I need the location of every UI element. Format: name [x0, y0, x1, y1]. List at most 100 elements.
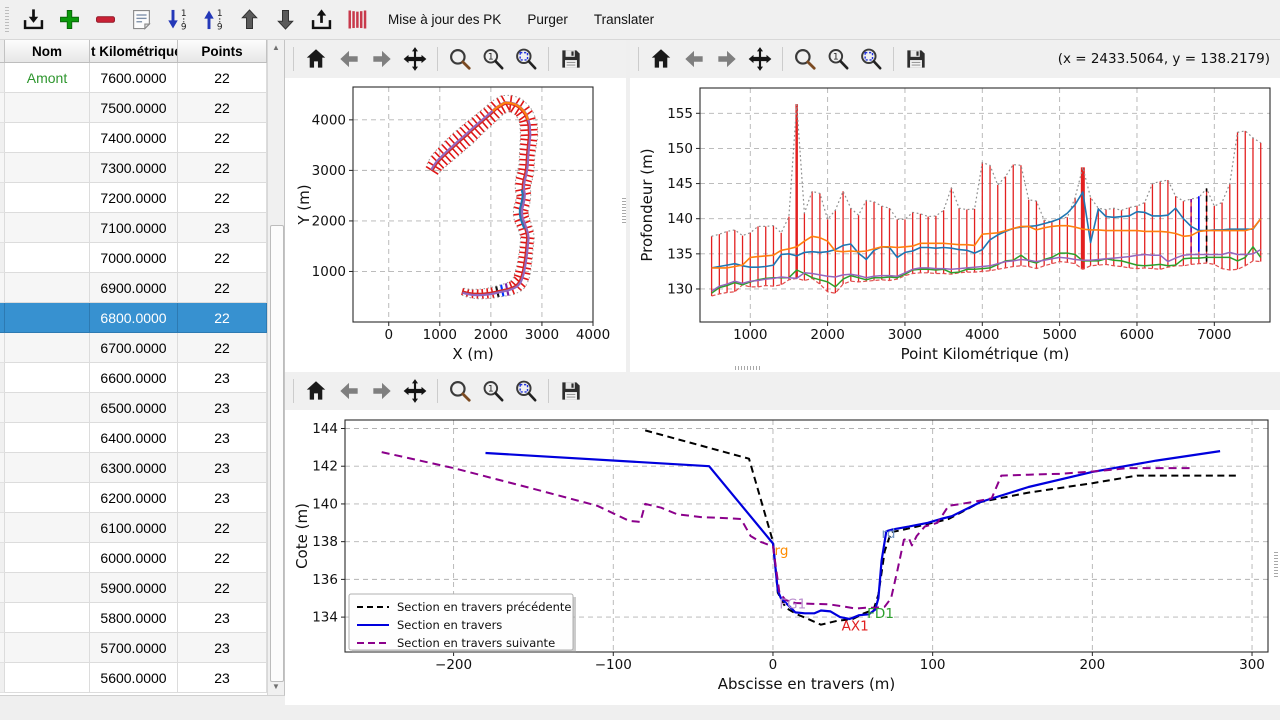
column-header-pk[interactable]: t Kilométrique: [90, 40, 178, 62]
table-row[interactable]: 7200.000022: [0, 183, 284, 213]
cell-nom: [5, 183, 90, 213]
back-button[interactable]: [334, 43, 364, 75]
move-up-button[interactable]: [232, 3, 266, 37]
cell-nom: [5, 303, 90, 333]
svg-text:135: 135: [667, 246, 693, 262]
zoom-extent-button[interactable]: [511, 375, 541, 407]
sort-descending-button[interactable]: 19: [160, 3, 194, 37]
import-button[interactable]: [16, 3, 50, 37]
svg-text:2000: 2000: [312, 213, 346, 229]
vertical-splitter-handle[interactable]: [622, 198, 626, 224]
table-row[interactable]: Amont7600.000022: [0, 63, 284, 93]
purge-button[interactable]: Purger: [515, 4, 580, 36]
svg-text:Abscisse en travers (m): Abscisse en travers (m): [718, 675, 896, 693]
pan-icon: [402, 378, 428, 404]
sort-asc-icon: 19: [200, 6, 227, 33]
home-button[interactable]: [301, 375, 331, 407]
svg-text:300: 300: [1239, 657, 1265, 673]
back-button[interactable]: [334, 375, 364, 407]
pan-button[interactable]: [400, 43, 430, 75]
table-row[interactable]: 7300.000022: [0, 153, 284, 183]
sections-view-button[interactable]: [340, 3, 374, 37]
zoom-button[interactable]: [445, 43, 475, 75]
scroll-up-arrow[interactable]: ▲: [268, 40, 284, 56]
table-row[interactable]: 6500.000023: [0, 393, 284, 423]
pan-button[interactable]: [745, 43, 775, 75]
table-row[interactable]: 6100.000022: [0, 513, 284, 543]
column-header-points[interactable]: Points: [178, 40, 267, 62]
cell-nom: [5, 393, 90, 423]
cell-points: 23: [178, 363, 267, 393]
horizontal-splitter-handle[interactable]: [735, 366, 761, 370]
zoom-extent-button[interactable]: [511, 43, 541, 75]
svg-text:9: 9: [180, 23, 186, 33]
pan-icon: [402, 46, 428, 72]
table-row[interactable]: 6700.000022: [0, 333, 284, 363]
save-button[interactable]: [556, 375, 586, 407]
table-row[interactable]: 7100.000023: [0, 213, 284, 243]
svg-text:155: 155: [667, 106, 693, 122]
table-row[interactable]: 5600.000023: [0, 663, 284, 693]
pan-button[interactable]: [400, 375, 430, 407]
table-row[interactable]: 6800.000022: [0, 303, 284, 333]
table-body: Amont7600.0000227500.0000227400.00002273…: [0, 63, 284, 693]
svg-text:Profondeur (m): Profondeur (m): [638, 148, 656, 261]
table-row[interactable]: 5700.000023: [0, 633, 284, 663]
right-edge-splitter-handle[interactable]: [1274, 552, 1278, 578]
add-icon: [56, 6, 83, 33]
table-row[interactable]: 7500.000022: [0, 93, 284, 123]
annotation-rd: rd: [882, 526, 896, 542]
forward-button[interactable]: [367, 43, 397, 75]
plan-figure: 010002000300040001000200030004000X (m)Y …: [285, 78, 626, 377]
table-row[interactable]: 6200.000023: [0, 483, 284, 513]
back-button[interactable]: [679, 43, 709, 75]
cell-points: 22: [178, 93, 267, 123]
add-section-button[interactable]: [52, 3, 86, 37]
section-plot-canvas[interactable]: −200−1000100200300134136138140142144Absc…: [285, 410, 1280, 700]
table-row[interactable]: 6300.000023: [0, 453, 284, 483]
table-row[interactable]: 7400.000022: [0, 123, 284, 153]
toolbar-separator: [293, 379, 294, 403]
cell-pk: 5600.0000: [90, 663, 178, 693]
save-button[interactable]: [901, 43, 931, 75]
cell-nom: [5, 213, 90, 243]
svg-text:140: 140: [312, 496, 338, 512]
back-icon: [336, 378, 362, 404]
svg-text:6000: 6000: [1120, 327, 1154, 343]
move-down-button[interactable]: [268, 3, 302, 37]
remove-section-button[interactable]: [88, 3, 122, 37]
zoom-button[interactable]: [445, 375, 475, 407]
profile-plot-canvas[interactable]: 1000200030004000500060007000130135140145…: [630, 78, 1280, 372]
column-header-nom[interactable]: Nom: [5, 40, 90, 62]
zoom-original-button[interactable]: 1: [823, 43, 853, 75]
update-pk-button[interactable]: Mise à jour des PK: [376, 4, 513, 36]
svg-text:136: 136: [312, 572, 338, 588]
zoom-original-button[interactable]: 1: [478, 375, 508, 407]
table-row[interactable]: 5900.000022: [0, 573, 284, 603]
table-row[interactable]: 6400.000023: [0, 423, 284, 453]
translate-button[interactable]: Translater: [582, 4, 666, 36]
scrollbar-thumb[interactable]: [270, 225, 284, 682]
table-row[interactable]: 6000.000022: [0, 543, 284, 573]
table-row[interactable]: 6900.000022: [0, 273, 284, 303]
forward-button[interactable]: [367, 375, 397, 407]
save-icon: [903, 46, 929, 72]
plan-plot-canvas[interactable]: 010002000300040001000200030004000X (m)Y …: [285, 78, 626, 372]
table-row[interactable]: 6600.000023: [0, 363, 284, 393]
edit-notes-button[interactable]: [124, 3, 158, 37]
save-button[interactable]: [556, 43, 586, 75]
toolbar-drag-handle[interactable]: [5, 7, 9, 33]
export-button[interactable]: [304, 3, 338, 37]
cell-points: 22: [178, 333, 267, 363]
table-row[interactable]: 5800.000023: [0, 603, 284, 633]
zoom-button[interactable]: [790, 43, 820, 75]
table-scrollbar[interactable]: ▲ ▼: [267, 40, 284, 695]
forward-button[interactable]: [712, 43, 742, 75]
table-row[interactable]: 7000.000022: [0, 243, 284, 273]
zoom-original-button[interactable]: 1: [478, 43, 508, 75]
home-button[interactable]: [301, 43, 331, 75]
sort-ascending-button[interactable]: 19: [196, 3, 230, 37]
scroll-down-arrow[interactable]: ▼: [268, 679, 284, 695]
home-button[interactable]: [646, 43, 676, 75]
zoom-extent-button[interactable]: [856, 43, 886, 75]
